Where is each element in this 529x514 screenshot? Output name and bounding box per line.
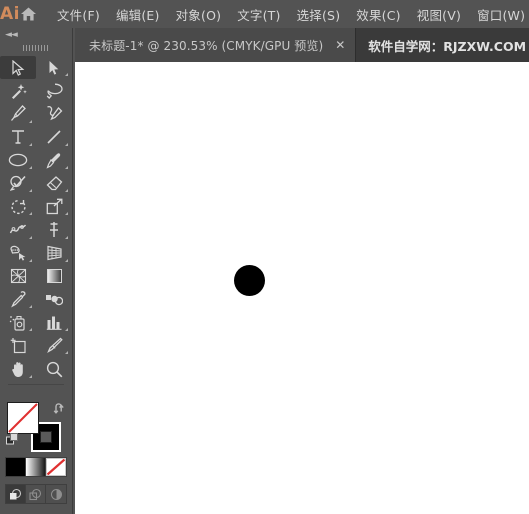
zoom-tool[interactable]	[36, 357, 72, 380]
ellipse-shape[interactable]	[234, 265, 265, 296]
tool-flyout-indicator	[29, 142, 32, 146]
menu-edit[interactable]: 编辑(E)	[108, 1, 168, 28]
symbol-sprayer-tool[interactable]	[0, 311, 36, 334]
tools-panel-header[interactable]: ◄◄	[0, 28, 72, 42]
draw-mode-row	[5, 484, 67, 504]
drag-handle-icon[interactable]	[23, 45, 49, 51]
collapse-panel-icon[interactable]: ◄◄	[5, 30, 18, 40]
menu-type[interactable]: 文字(T)	[229, 1, 288, 28]
artboard-tool[interactable]	[0, 334, 36, 357]
watermark-label: 软件自学网：RJZXW.COM	[356, 28, 529, 62]
column-graph-tool[interactable]	[36, 311, 72, 334]
draw-normal-mode[interactable]	[6, 485, 26, 503]
artboard-canvas[interactable]	[75, 62, 529, 514]
default-fill-stroke-icon[interactable]	[6, 431, 19, 450]
document-tab-bar: 未标题-1* @ 230.53% (CMYK/GPU 预览) ✕ 软件自学网：R…	[75, 28, 529, 62]
shape-builder-tool[interactable]	[0, 242, 36, 265]
stroke-swatch-inner	[40, 431, 52, 443]
mesh-tool[interactable]	[0, 265, 36, 288]
tool-flyout-indicator	[29, 305, 32, 309]
eyedropper-tool[interactable]	[0, 288, 36, 311]
ai-logo: Ai	[0, 4, 20, 24]
gradient-swatch-button[interactable]	[26, 458, 46, 476]
close-icon[interactable]: ✕	[333, 39, 347, 52]
tool-flyout-indicator	[65, 351, 68, 355]
color-controls	[0, 398, 72, 514]
free-transform-tool[interactable]	[36, 218, 72, 241]
swatch-mode-row	[5, 457, 67, 477]
ellipse-tool[interactable]	[0, 149, 36, 172]
illustrator-window: Ai 文件(F) 编辑(E) 对象(O) 文字(T) 选择(S) 效果(C) 视…	[0, 0, 529, 514]
menu-file[interactable]: 文件(F)	[49, 1, 108, 28]
draw-behind-mode[interactable]	[26, 485, 46, 503]
tool-flyout-indicator	[65, 258, 68, 262]
slice-tool[interactable]	[36, 334, 72, 357]
home-icon[interactable]	[20, 0, 37, 28]
tool-flyout-indicator	[65, 235, 68, 239]
perspective-grid-tool[interactable]	[36, 242, 72, 265]
magic-wand-tool[interactable]	[0, 79, 36, 102]
fill-swatch[interactable]	[7, 402, 39, 434]
fill-stroke-group	[5, 400, 67, 452]
menu-bar: Ai 文件(F) 编辑(E) 对象(O) 文字(T) 选择(S) 效果(C) 视…	[0, 0, 529, 28]
menu-effect[interactable]: 效果(C)	[348, 1, 408, 28]
menu-item-list: 文件(F) 编辑(E) 对象(O) 文字(T) 选择(S) 效果(C) 视图(V…	[49, 1, 529, 28]
selection-tool[interactable]	[0, 56, 36, 80]
tool-flyout-indicator	[29, 119, 32, 123]
tool-flyout-indicator	[29, 189, 32, 193]
none-indicator-icon	[8, 403, 38, 433]
pen-tool[interactable]	[0, 102, 36, 125]
paintbrush-tool[interactable]	[36, 149, 72, 172]
tool-grid	[0, 56, 72, 381]
tool-flyout-indicator	[29, 258, 32, 262]
shaper-tool[interactable]	[0, 172, 36, 195]
menu-select[interactable]: 选择(S)	[289, 1, 349, 28]
tools-divider	[8, 383, 64, 385]
blend-tool[interactable]	[36, 288, 72, 311]
tool-flyout-indicator	[29, 328, 32, 332]
tool-flyout-indicator	[65, 212, 68, 216]
hand-tool[interactable]	[0, 357, 36, 380]
lasso-tool[interactable]	[36, 79, 72, 102]
menu-window[interactable]: 窗口(W)	[469, 1, 529, 28]
tool-flyout-indicator	[29, 374, 32, 378]
swap-fill-stroke-icon[interactable]	[53, 400, 66, 419]
tool-flyout-indicator	[65, 142, 68, 146]
direct-selection-tool[interactable]	[36, 56, 72, 79]
document-tab-active[interactable]: 未标题-1* @ 230.53% (CMYK/GPU 预览) ✕	[75, 28, 357, 62]
tools-panel-grip[interactable]	[0, 42, 72, 54]
tool-flyout-indicator	[65, 73, 68, 77]
gradient-tool[interactable]	[36, 265, 72, 288]
tool-flyout-indicator	[29, 235, 32, 239]
menu-object[interactable]: 对象(O)	[168, 1, 230, 28]
none-swatch-button[interactable]	[46, 458, 66, 476]
color-swatch-button[interactable]	[6, 458, 26, 476]
tool-flyout-indicator	[65, 189, 68, 193]
width-tool[interactable]	[0, 218, 36, 241]
tool-flyout-indicator	[29, 212, 32, 216]
document-tab-label: 未标题-1* @ 230.53% (CMYK/GPU 预览)	[89, 38, 324, 53]
tool-flyout-indicator	[65, 165, 68, 169]
eraser-tool[interactable]	[36, 172, 72, 195]
scale-tool[interactable]	[36, 195, 72, 218]
curvature-tool[interactable]	[36, 102, 72, 125]
type-tool[interactable]	[0, 126, 36, 149]
line-segment-tool[interactable]	[36, 126, 72, 149]
tool-flyout-indicator	[29, 165, 32, 169]
menu-view[interactable]: 视图(V)	[409, 1, 469, 28]
rotate-tool[interactable]	[0, 195, 36, 218]
draw-inside-mode[interactable]	[46, 485, 66, 503]
tool-flyout-indicator	[65, 328, 68, 332]
